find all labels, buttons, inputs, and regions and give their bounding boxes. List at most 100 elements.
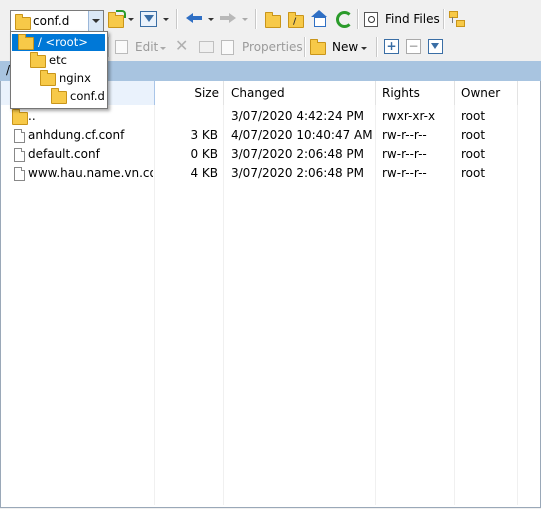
row-rights: rw-r--r-- [382, 147, 427, 161]
green-arrow-icon [116, 10, 126, 18]
toolbar-separator [357, 9, 359, 29]
tree-line [452, 17, 453, 23]
chevron-down-icon[interactable] [208, 18, 214, 21]
file-list[interactable]: Size Changed Rights Owner .. 3/07/2020 4… [0, 81, 541, 508]
path-combo[interactable]: conf.d [10, 10, 104, 33]
minus-icon: − [408, 39, 419, 53]
chevron-down-icon[interactable] [160, 47, 166, 50]
dropdown-item-conf-d[interactable]: conf.d [12, 88, 105, 105]
delete-button[interactable]: ✕ [175, 36, 189, 55]
row-size: 3 KB [190, 128, 218, 142]
column-header-changed[interactable]: Changed [224, 81, 376, 105]
home-button[interactable] [311, 10, 327, 27]
magnifier-glyph [368, 16, 375, 23]
folder-icon [30, 52, 46, 68]
row-name: www.hau.name.vn.co... [28, 166, 153, 180]
row-changed: 4/07/2020 10:40:47 AM [231, 128, 373, 142]
file-icon [14, 129, 25, 143]
column-header-owner[interactable]: Owner [455, 81, 518, 105]
parent-folder-icon [265, 12, 281, 28]
rename-button[interactable] [199, 39, 215, 53]
folder-icon [18, 34, 34, 50]
path-combo-dropdown-button[interactable] [88, 11, 103, 32]
new-folder-icon [310, 39, 326, 55]
row-size: 4 KB [190, 166, 218, 180]
dropdown-item-root[interactable]: / <root> [12, 34, 105, 51]
toolbar-separator [255, 9, 257, 29]
find-files-icon [364, 12, 378, 27]
home-icon [311, 10, 327, 17]
column-header-rights-label: Rights [382, 86, 420, 100]
filter-selection-button[interactable] [428, 39, 443, 54]
forward-button[interactable] [220, 13, 236, 23]
row-size: 0 KB [190, 147, 218, 161]
filter-button[interactable] [140, 11, 157, 27]
dropdown-item-label: / <root> [38, 35, 88, 49]
find-files-label: Find Files [385, 12, 440, 26]
row-name: .. [28, 109, 36, 123]
row-rights: rw-r--r-- [382, 166, 427, 180]
row-owner: root [461, 166, 486, 180]
row-changed: 3/07/2020 4:42:24 PM [231, 109, 365, 123]
table-row[interactable]: anhdung.cf.conf 3 KB 4/07/2020 10:40:47 … [1, 126, 540, 145]
open-directory-button[interactable] [108, 10, 126, 28]
tree-folder-icon [449, 11, 458, 18]
column-header-name-label [1, 86, 7, 100]
edit-icon [115, 40, 128, 54]
back-button[interactable] [186, 13, 202, 23]
select-all-button[interactable]: + [384, 39, 399, 54]
refresh-button[interactable] [335, 10, 353, 28]
column-header-owner-label: Owner [461, 86, 501, 100]
parent-directory-button[interactable] [265, 12, 281, 28]
row-rights: rw-r--r-- [382, 128, 427, 142]
chevron-down-icon[interactable] [361, 47, 367, 50]
table-row[interactable]: www.hau.name.vn.co... 4 KB 3/07/2020 2:0… [1, 164, 540, 183]
chevron-down-icon[interactable] [128, 18, 134, 21]
row-changed: 3/07/2020 2:06:48 PM [231, 166, 365, 180]
row-rights: rwxr-xr-x [382, 109, 436, 123]
new-button[interactable]: New [310, 38, 370, 56]
properties-icon [221, 40, 234, 55]
delete-icon: ✕ [175, 36, 189, 55]
dropdown-item-nginx[interactable]: nginx [12, 70, 105, 87]
column-header-size-label: Size [194, 86, 219, 100]
column-header-changed-label: Changed [231, 86, 285, 100]
file-icon [14, 167, 25, 181]
toolbar-separator [176, 9, 178, 29]
find-files-button[interactable]: Find Files [364, 11, 440, 29]
column-header-rights[interactable]: Rights [376, 81, 455, 105]
dropdown-item-label: conf.d [70, 89, 105, 103]
toolbar-separator [108, 37, 110, 57]
folder-icon [15, 14, 31, 30]
folder-icon [40, 70, 56, 86]
row-name: default.conf [28, 147, 100, 161]
unselect-all-button[interactable]: − [406, 39, 421, 54]
tree-folder-icon-child [456, 20, 465, 27]
forward-arrow-icon [229, 13, 236, 23]
forward-arrow-shaft [220, 16, 229, 20]
toolbar-separator [304, 37, 306, 57]
chevron-down-icon[interactable] [242, 18, 248, 21]
chevron-down-icon[interactable] [163, 18, 169, 21]
chevron-down-icon [92, 19, 100, 23]
parent-folder-icon [12, 109, 28, 125]
row-owner: root [461, 128, 486, 142]
row-changed: 3/07/2020 2:06:48 PM [231, 147, 365, 161]
filter-icon [431, 43, 439, 49]
dropdown-item-etc[interactable]: etc [12, 52, 105, 69]
properties-label: Properties [242, 40, 303, 54]
dropdown-item-label: nginx [59, 71, 91, 85]
home-icon-body [314, 17, 326, 27]
row-owner: root [461, 109, 486, 123]
row-owner: root [461, 147, 486, 161]
column-header-size[interactable]: Size [155, 81, 224, 105]
tree-view-button[interactable] [449, 11, 465, 27]
edit-button[interactable]: Edit [115, 38, 166, 56]
root-directory-button[interactable]: / [288, 12, 304, 28]
table-row[interactable]: .. 3/07/2020 4:42:24 PM rwxr-xr-x root [1, 107, 540, 126]
rename-icon [199, 41, 214, 53]
slash-glyph: / [293, 17, 297, 27]
dropdown-item-label: etc [49, 53, 67, 67]
properties-button[interactable]: Properties [221, 38, 303, 56]
table-row[interactable]: default.conf 0 KB 3/07/2020 2:06:48 PM r… [1, 145, 540, 164]
